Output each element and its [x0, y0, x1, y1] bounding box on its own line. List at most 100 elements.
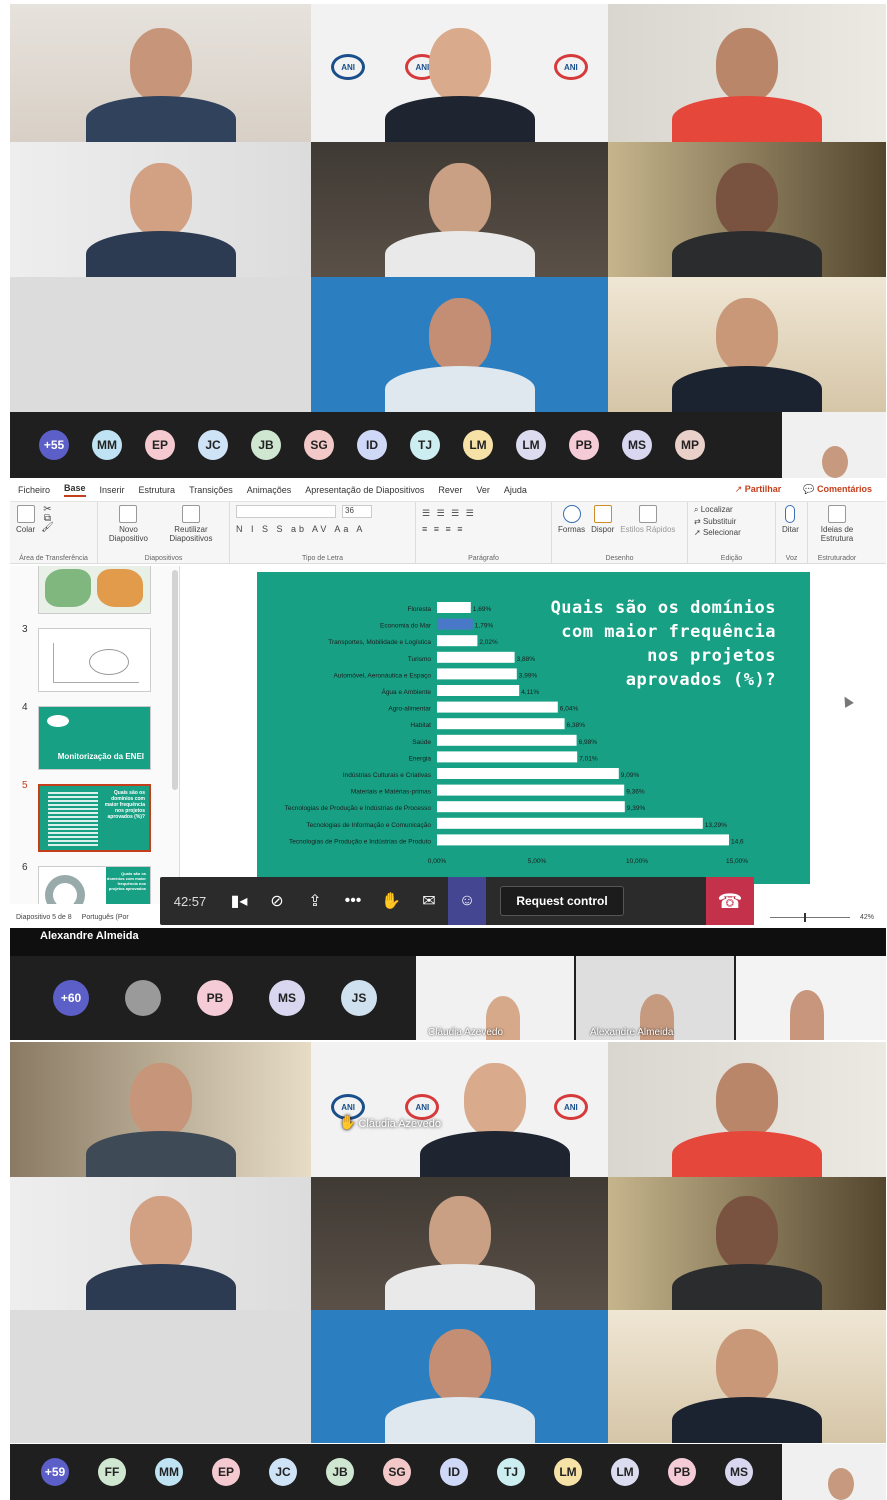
video-tile[interactable] — [10, 142, 311, 277]
video-tile[interactable] — [311, 1177, 608, 1310]
slide-thumbnail-6[interactable]: Quais são os domínios com maior frequênc… — [38, 866, 151, 904]
dictate-button[interactable]: Ditar — [782, 505, 799, 534]
tab-base[interactable]: Base — [64, 483, 86, 497]
participant-avatar[interactable]: JS — [341, 980, 377, 1016]
request-control-button[interactable]: Request control — [500, 886, 624, 916]
replace-button[interactable]: ⇄ Substituir — [694, 517, 736, 526]
language-status[interactable]: Português (Por — [82, 914, 129, 921]
participant-avatar[interactable]: ID — [357, 430, 387, 460]
participant-avatar[interactable]: LM — [611, 1458, 639, 1486]
participant-avatar[interactable]: MM — [155, 1458, 183, 1486]
video-tile[interactable] — [608, 142, 886, 277]
video-thumbnail-self[interactable] — [736, 956, 886, 1040]
tab-animacoes[interactable]: Animações — [247, 485, 292, 495]
more-participants-badge[interactable]: +60 — [53, 980, 89, 1016]
participant-avatar[interactable]: LM — [516, 430, 546, 460]
participant-avatar[interactable]: ID — [440, 1458, 468, 1486]
paragraph-buttons[interactable]: ☰ ☰ ☰ ☰ ≡ ≡ ≡ ≡ — [422, 505, 476, 537]
share-screen-icon[interactable]: ⇪ — [296, 891, 334, 911]
participant-avatar[interactable]: PB — [197, 980, 233, 1016]
tab-inserir[interactable]: Inserir — [100, 485, 125, 495]
chat-icon[interactable]: ✉ — [410, 891, 448, 911]
slide-thumbnail-5-selected[interactable]: Quais são os domínios com maior frequênc… — [38, 784, 151, 852]
participant-avatar[interactable]: LM — [463, 430, 493, 460]
participant-avatar[interactable]: PB — [668, 1458, 696, 1486]
video-tile[interactable]: ANI ANI ANI ✋ Cláudia Azevedo — [311, 1042, 608, 1177]
shapes-button[interactable]: Formas — [558, 505, 585, 534]
more-options-icon[interactable]: ••• — [334, 892, 372, 910]
video-thumbnail-claudia[interactable]: Cláudia Azevedo — [416, 956, 576, 1040]
video-tile[interactable] — [10, 277, 311, 412]
video-tile[interactable] — [311, 1310, 608, 1443]
participant-avatar[interactable]: PB — [569, 430, 599, 460]
video-tile[interactable] — [608, 1042, 886, 1177]
self-view-thumbnail[interactable] — [782, 1444, 886, 1500]
video-tile[interactable] — [10, 1042, 311, 1177]
find-button[interactable]: ⌕ Localizar — [694, 505, 733, 515]
share-button[interactable]: ↗ Partilhar — [735, 484, 782, 495]
participant-avatar[interactable]: MS — [725, 1458, 753, 1486]
font-name-box[interactable] — [236, 505, 336, 518]
design-ideas-button[interactable]: Ideias de Estrutura — [814, 505, 860, 543]
tab-rever[interactable]: Rever — [438, 485, 462, 495]
video-tile[interactable] — [608, 1310, 886, 1443]
tab-apresentacao[interactable]: Apresentação de Diapositivos — [305, 485, 424, 495]
video-tile[interactable] — [10, 1310, 311, 1443]
participant-avatar[interactable]: JC — [269, 1458, 297, 1486]
video-tile[interactable] — [10, 1177, 311, 1310]
font-size-box[interactable]: 36 — [342, 505, 372, 518]
raise-hand-icon[interactable]: ✋ — [372, 891, 410, 911]
new-slide-button[interactable]: Novo Diapositivo — [104, 505, 153, 543]
participant-avatar[interactable]: SG — [304, 430, 334, 460]
zoom-level[interactable]: 42% — [860, 914, 874, 921]
participant-avatar[interactable]: JB — [326, 1458, 354, 1486]
select-button[interactable]: ➚ Selecionar — [694, 528, 741, 537]
participant-avatar[interactable]: MP — [675, 430, 705, 460]
tab-ajuda[interactable]: Ajuda — [504, 485, 527, 495]
video-tile[interactable] — [608, 4, 886, 142]
participant-avatar[interactable]: JC — [198, 430, 228, 460]
slide-thumbnail-4[interactable]: Monitorização da ENEI — [38, 706, 151, 770]
participant-avatar[interactable]: FF — [98, 1458, 126, 1486]
video-tile[interactable] — [608, 1177, 886, 1310]
slide-thumbnail-3[interactable] — [38, 628, 151, 692]
video-tile[interactable] — [311, 142, 608, 277]
slide-thumbnail-2[interactable] — [38, 566, 151, 614]
participant-avatar[interactable]: SG — [383, 1458, 411, 1486]
comments-button[interactable]: 💬 Comentários — [803, 484, 872, 495]
participant-avatar[interactable]: TJ — [410, 430, 440, 460]
thumbnail-scrollbar[interactable] — [172, 570, 178, 790]
zoom-slider[interactable] — [769, 912, 850, 922]
participant-avatar[interactable]: MM — [92, 430, 122, 460]
hang-up-icon[interactable]: ☎ — [706, 877, 754, 925]
cut-copy-buttons[interactable]: ✂ ⧉ 🖌 — [41, 505, 54, 533]
video-tile[interactable] — [10, 4, 311, 142]
video-tile[interactable] — [608, 277, 886, 412]
participants-icon[interactable]: ☺ — [448, 877, 486, 925]
tab-estrutura[interactable]: Estrutura — [139, 485, 176, 495]
arrange-button[interactable]: Dispor — [591, 505, 614, 534]
self-view-thumbnail[interactable] — [782, 412, 886, 478]
tab-ver[interactable]: Ver — [476, 485, 490, 495]
video-tile[interactable]: ANI ANI ANI — [311, 4, 608, 142]
participant-avatar[interactable] — [125, 980, 161, 1016]
participant-avatar[interactable]: TJ — [497, 1458, 525, 1486]
tab-transicoes[interactable]: Transições — [189, 485, 233, 495]
paste-button[interactable]: Colar — [16, 505, 35, 534]
reuse-slides-button[interactable]: Reutilizar Diapositivos — [159, 505, 223, 543]
video-tile[interactable] — [311, 277, 608, 412]
quick-styles-button[interactable]: Estilos Rápidos — [620, 505, 675, 534]
participant-avatar[interactable]: EP — [212, 1458, 240, 1486]
mic-muted-icon[interactable]: ⊘ — [258, 891, 296, 911]
participant-avatar[interactable]: JB — [251, 430, 281, 460]
participant-avatar[interactable]: MS — [269, 980, 305, 1016]
tab-ficheiro[interactable]: Ficheiro — [18, 485, 50, 495]
more-participants-badge[interactable]: +59 — [41, 1458, 69, 1486]
more-participants-badge[interactable]: +55 — [39, 430, 69, 460]
video-thumbnail-alexandre[interactable]: Alexandre Almeida — [576, 956, 736, 1040]
font-format-buttons[interactable]: N I S S ab AV Aa A — [236, 524, 365, 534]
participant-avatar[interactable]: EP — [145, 430, 175, 460]
camera-icon[interactable]: ▮◂ — [220, 891, 258, 911]
participant-avatar[interactable]: MS — [622, 430, 652, 460]
participant-avatar[interactable]: LM — [554, 1458, 582, 1486]
